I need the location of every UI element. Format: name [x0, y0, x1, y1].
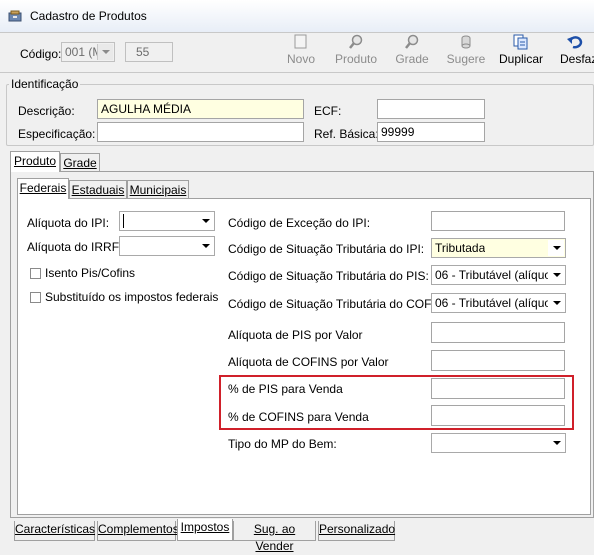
chevron-down-icon: [97, 44, 113, 60]
cst-pis-label: Código de Situação Tributária do PIS:: [228, 269, 429, 283]
pct-cofins-venda-label: % de COFINS para Venda: [228, 410, 369, 424]
especificacao-field[interactable]: [97, 122, 304, 142]
chevron-down-icon: [548, 240, 564, 256]
tab-sug-ao-vender-label: Sug. ao Vender: [253, 522, 296, 553]
tab-estaduais-label: Estaduais: [71, 183, 125, 197]
tab-impostos[interactable]: Impostos: [177, 519, 233, 541]
cst-pis-select[interactable]: 06 - Tributável (alíquota: [431, 265, 566, 285]
chevron-down-icon: [197, 238, 213, 254]
aliq-cofins-valor-label: Alíquota de COFINS por Valor: [228, 355, 389, 369]
magnifier-icon: [405, 34, 419, 49]
codigo-excecao-field[interactable]: [431, 211, 565, 231]
duplicar-label: Duplicar: [499, 52, 544, 66]
produto-label: Produto: [334, 52, 378, 66]
ecf-label: ECF:: [314, 104, 342, 118]
novo-label: Novo: [286, 52, 315, 66]
especificacao-label: Especificação:: [18, 127, 96, 141]
isento-label: Isento Pis/Cofins: [45, 266, 136, 280]
tab-estaduais[interactable]: Estaduais: [69, 180, 127, 199]
tab-grade-label: Grade: [63, 156, 97, 170]
cst-cofins-label: Código de Situação Tributária do COFINS:: [228, 297, 455, 311]
window-title: Cadastro de Produtos: [30, 9, 147, 23]
tab-grade[interactable]: Grade: [60, 153, 100, 172]
new-document-icon: [294, 34, 307, 49]
cst-cofins-select[interactable]: 06 - Tributável (alíquota: [431, 293, 566, 313]
pct-pis-venda-label: % de PIS para Venda: [228, 382, 343, 396]
aliquota-ipi-select[interactable]: [119, 211, 215, 231]
tab-personalizado-label: Personalizado: [319, 522, 396, 536]
sugere-label: Sugere: [446, 52, 486, 66]
sugere-button[interactable]: Sugere: [444, 33, 488, 66]
chevron-down-icon: [548, 295, 564, 311]
cst-ipi-label: Código de Situação Tributária do IPI:: [228, 242, 425, 256]
chevron-down-icon: [548, 435, 564, 451]
pct-pis-venda-field[interactable]: [431, 378, 565, 399]
codigo-label: Código:: [20, 47, 62, 61]
desfazer-label: Desfaz: [560, 52, 594, 66]
tab-caracteristicas-label: Características: [15, 522, 96, 536]
app-icon: [8, 10, 22, 22]
substituido-label: Substituído os impostos federais: [45, 290, 219, 304]
produto-button[interactable]: Produto: [334, 33, 378, 66]
pct-cofins-venda-field[interactable]: [431, 405, 565, 426]
toolbar: Código: 001 (M 55 Novo Produto Grade Sug…: [0, 33, 594, 71]
text-caret: [123, 214, 124, 228]
tab-sug-ao-vender[interactable]: Sug. ao Vender: [233, 521, 316, 553]
grade-button[interactable]: Grade: [390, 33, 434, 66]
aliquota-ipi-label: Alíquota do IPI:: [27, 216, 110, 230]
cst-ipi-select[interactable]: Tributada: [431, 238, 566, 258]
ecf-field[interactable]: [377, 99, 485, 119]
duplicar-button[interactable]: Duplicar: [499, 33, 543, 66]
aliq-pis-valor-label: Alíquota de PIS por Valor: [228, 328, 363, 342]
novo-button[interactable]: Novo: [279, 33, 323, 66]
tab-personalizado[interactable]: Personalizado: [318, 521, 395, 541]
toolbar-divider: [0, 72, 594, 73]
tab-caracteristicas[interactable]: Características: [14, 521, 95, 541]
tab-municipais-label: Municipais: [129, 183, 187, 197]
chevron-down-icon: [548, 267, 564, 283]
codigo-excecao-label: Código de Exceção do IPI:: [228, 216, 371, 230]
coins-icon: [461, 35, 471, 49]
tipo-mp-select[interactable]: [431, 433, 566, 453]
codigo-select[interactable]: 001 (M: [61, 42, 115, 62]
substituido-checkbox[interactable]: [30, 292, 41, 303]
tab-produto-label: Produto: [13, 154, 57, 168]
aliq-pis-valor-field[interactable]: [431, 322, 565, 343]
identificacao-legend: Identificação: [9, 77, 81, 91]
tab-federais[interactable]: Federais: [17, 178, 69, 199]
descricao-label: Descrição:: [18, 104, 75, 118]
tab-impostos-label: Impostos: [180, 520, 230, 534]
isento-checkbox[interactable]: [30, 268, 41, 279]
grade-label: Grade: [395, 52, 429, 66]
ref-basica-field[interactable]: 99999: [377, 122, 485, 142]
tab-complementos-label: Complementos: [98, 522, 179, 536]
aliquota-irrf-select[interactable]: [119, 236, 215, 256]
ref-basica-label: Ref. Básica:: [314, 127, 379, 141]
aliq-cofins-valor-field[interactable]: [431, 350, 565, 371]
tab-complementos[interactable]: Complementos: [97, 521, 179, 541]
tab-federais-label: Federais: [19, 181, 67, 195]
chevron-down-icon: [197, 213, 213, 229]
tab-produto[interactable]: Produto: [10, 151, 60, 172]
tipo-mp-label: Tipo do MP do Bem:: [228, 437, 337, 451]
desfazer-button[interactable]: Desfaz: [556, 33, 594, 66]
descricao-field[interactable]: AGULHA MÉDIA: [97, 99, 304, 119]
aliquota-irrf-label: Alíquota do IRRF:: [27, 240, 123, 254]
undo-icon: [567, 36, 583, 49]
magnifier-icon: [349, 34, 363, 49]
duplicate-icon: [513, 34, 528, 50]
title-bar: Cadastro de Produtos: [0, 0, 594, 33]
tab-municipais[interactable]: Municipais: [127, 180, 189, 199]
codigo-value-field[interactable]: 55: [125, 42, 173, 62]
